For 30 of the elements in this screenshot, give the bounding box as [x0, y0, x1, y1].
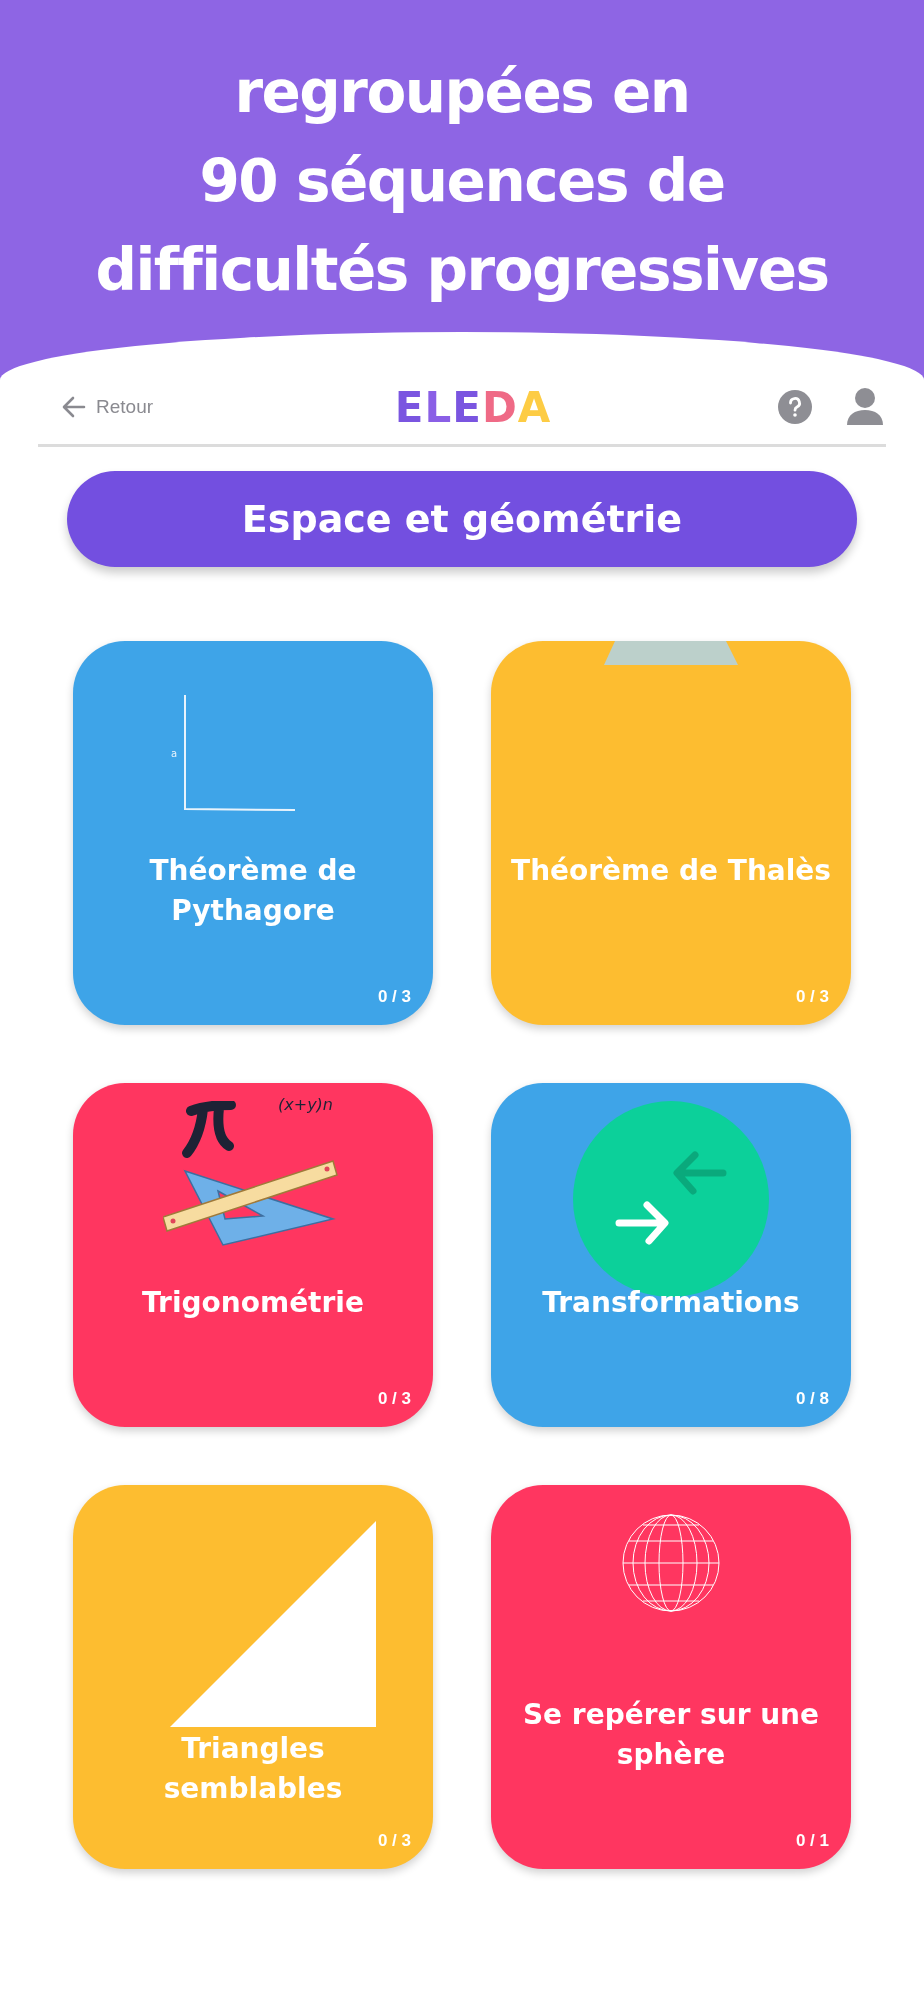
progress-count: 0 / 1	[795, 1831, 829, 1851]
progress-count: 0 / 3	[377, 1831, 411, 1851]
topic-title: Se repérer sur une sphère	[521, 1697, 821, 1773]
progress-count: 0 / 3	[377, 987, 411, 1007]
topic-title: Trigonométrie	[141, 1285, 365, 1321]
triangle-icon	[170, 1521, 376, 1727]
headline: 90 séquences de	[199, 146, 725, 217]
help-icon[interactable]	[778, 390, 812, 424]
topic-card[interactable]: Transformations 0 / 8	[491, 1083, 851, 1427]
user-icon[interactable]	[846, 387, 884, 427]
back-arrow-icon	[62, 396, 86, 418]
formula: (x+y)n	[278, 1095, 333, 1114]
progress-count: 0 / 3	[795, 987, 829, 1007]
progress-count: 0 / 8	[795, 1389, 829, 1409]
headline: difficultés progressives	[95, 235, 829, 306]
topic-title: Théorème de Pythagore	[148, 853, 358, 929]
topic-card[interactable]: (x+y)n Trigonométrie 0 / 3	[73, 1083, 433, 1427]
logo: ELEDA	[394, 382, 552, 432]
trapezoid-icon	[604, 641, 738, 665]
headline: regroupées en	[234, 57, 690, 128]
back-link[interactable]: Retour	[62, 396, 262, 418]
topic-card[interactable]: a Théorème de Pythagore 0 / 3	[73, 641, 433, 1025]
topic-card[interactable]: Se repérer sur une sphère 0 / 1	[491, 1485, 851, 1869]
category-button[interactable]: Espace et géométrie	[67, 471, 857, 567]
topic-title: Triangles semblables	[162, 1731, 344, 1807]
side-label: a	[170, 747, 178, 759]
topic-title: Transformations	[541, 1285, 801, 1321]
globe-icon	[621, 1513, 721, 1613]
progress-count: 0 / 3	[377, 1389, 411, 1409]
topic-title: Théorème de Thalès	[510, 853, 832, 889]
